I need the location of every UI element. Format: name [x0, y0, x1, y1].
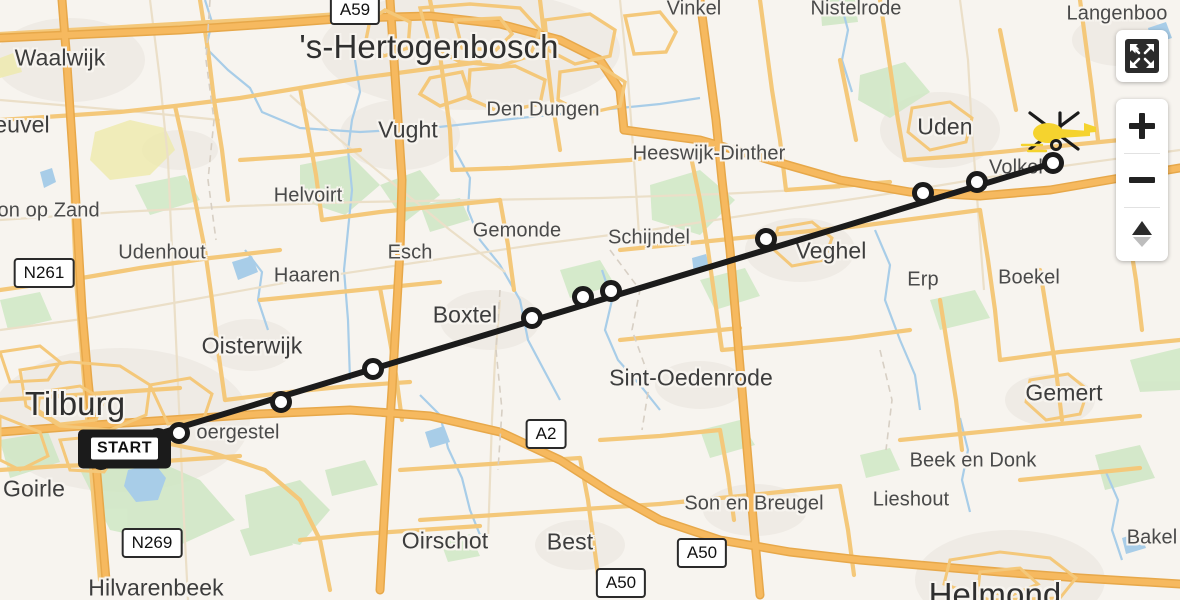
plus-icon — [1129, 113, 1155, 139]
zoom-control-stack[interactable] — [1116, 99, 1168, 261]
fullscreen-button[interactable] — [1116, 30, 1168, 82]
compass-button[interactable] — [1116, 207, 1168, 261]
zoom-out-button[interactable] — [1116, 153, 1168, 207]
track-waypoint-marker[interactable] — [755, 228, 777, 250]
helicopter-icon — [1020, 111, 1096, 153]
road-shield: N261 — [13, 258, 75, 288]
start-marker-label: START — [91, 437, 159, 460]
road-shield: A50 — [595, 568, 647, 598]
track-waypoint-marker[interactable] — [362, 358, 384, 380]
flight-track-map[interactable]: Waalwijk's-Hertogenbosch Vinkel Nistelrode… — [0, 0, 1180, 600]
zoom-in-button[interactable] — [1116, 99, 1168, 153]
track-waypoint-marker[interactable] — [966, 171, 988, 193]
road-shield: A50 — [676, 538, 728, 568]
track-waypoint-marker[interactable] — [600, 280, 622, 302]
track-waypoint-marker[interactable] — [521, 307, 543, 329]
track-waypoint-marker[interactable] — [912, 182, 934, 204]
road-shield: A59 — [329, 0, 381, 25]
compass-north-icon — [1132, 221, 1152, 247]
track-waypoint-marker[interactable] — [168, 422, 190, 444]
fullscreen-expand-icon — [1125, 39, 1159, 73]
road-shield: N269 — [121, 528, 183, 558]
road-shield: A2 — [525, 419, 567, 449]
track-waypoint-marker[interactable] — [572, 286, 594, 308]
start-marker: START — [78, 429, 172, 469]
track-waypoint-marker[interactable] — [270, 391, 292, 413]
minus-icon — [1129, 167, 1155, 193]
